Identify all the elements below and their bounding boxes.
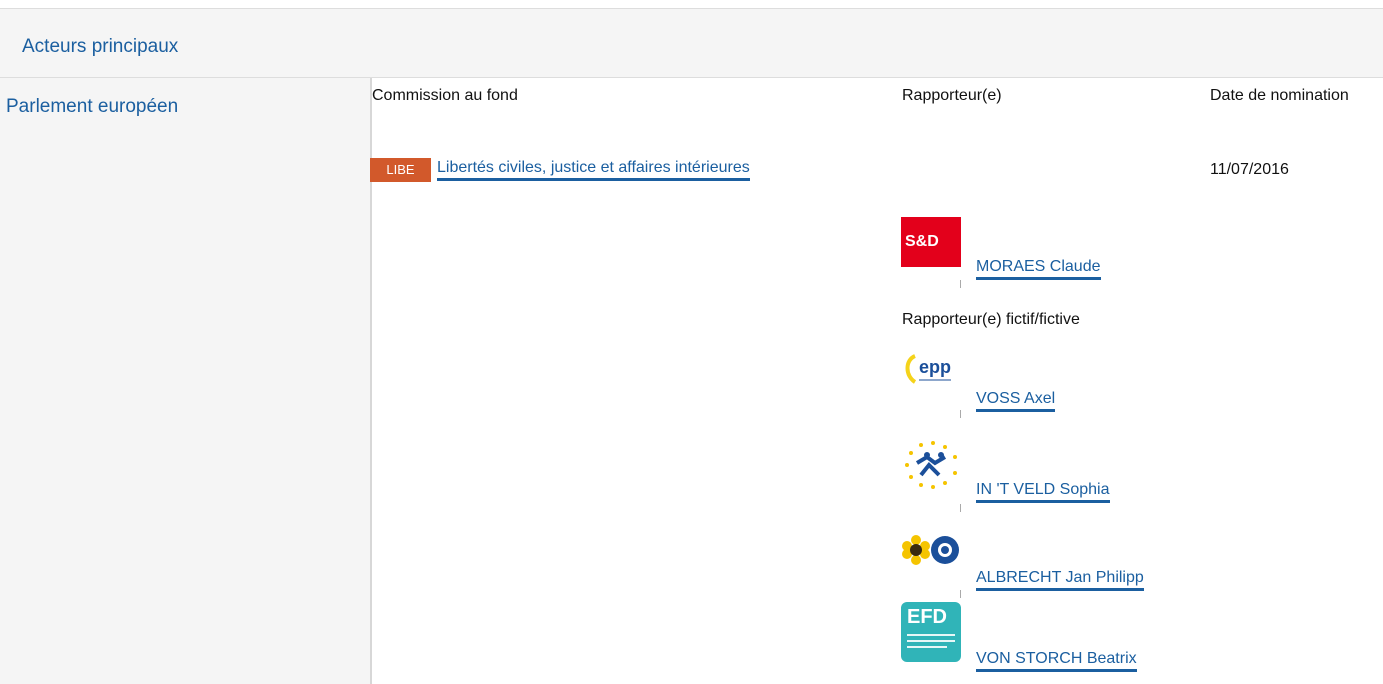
rapporteur-link-moraes[interactable]: MORAES Claude [976, 258, 1101, 280]
shadow-link-voss[interactable]: VOSS Axel [976, 390, 1056, 412]
committee-code-badge: LIBE [370, 158, 431, 182]
separator-tick [960, 410, 961, 418]
main-actors-panel: Acteurs principaux Parlement européen Co… [0, 8, 1383, 684]
date-column-header: Date de nomination [1210, 87, 1349, 104]
shadow-link-albrecht[interactable]: ALBRECHT Jan Philipp [976, 569, 1144, 591]
committee-link[interactable]: Libertés civiles, justice et affaires in… [437, 159, 750, 181]
section-header: Acteurs principaux [0, 8, 1383, 78]
alde-stars-icon [905, 441, 957, 489]
alde-group-logo [897, 435, 967, 495]
sd-group-logo: S&D [901, 217, 961, 267]
separator-tick [960, 504, 961, 512]
shadow-link-in-t-veld[interactable]: IN 'T VELD Sophia [976, 481, 1110, 503]
epp-group-logo: epp [901, 348, 961, 398]
greens-group-logo [899, 532, 963, 566]
separator-tick [960, 590, 961, 598]
separator-tick [960, 280, 961, 288]
epp-logo-text: epp [919, 357, 951, 377]
committee-column-header: Commission au fond [372, 87, 518, 104]
epp-logo-graphic: epp [905, 354, 951, 384]
institution-column: Parlement européen [0, 78, 370, 684]
nomination-date: 11/07/2016 [1210, 161, 1289, 178]
rapporteur-column-header: Rapporteur(e) [902, 87, 1002, 104]
efd-group-logo: EFD [901, 602, 961, 662]
shadow-rapporteur-heading: Rapporteur(e) fictif/fictive [902, 311, 1080, 328]
efd-logo-text: EFD [907, 606, 947, 628]
section-title: Acteurs principaux [22, 36, 179, 57]
shadow-link-von-storch[interactable]: VON STORCH Beatrix [976, 650, 1137, 672]
sd-logo-text: S&D [905, 233, 939, 250]
institution-label: Parlement européen [6, 96, 179, 117]
greens-sunflower-icon [902, 535, 959, 565]
